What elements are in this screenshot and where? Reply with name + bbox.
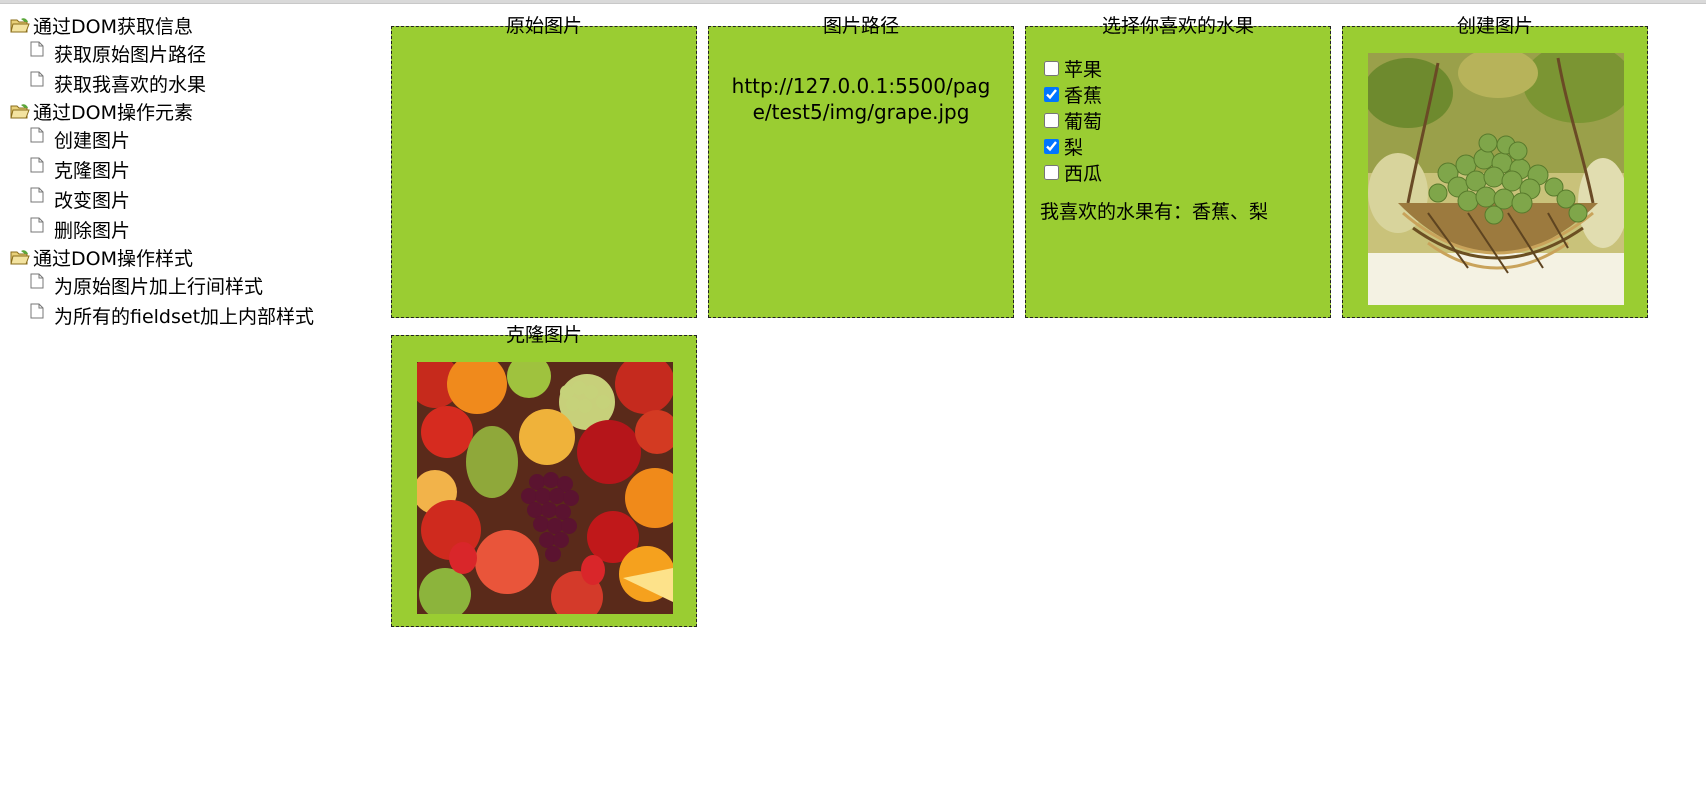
document-icon [30, 187, 44, 203]
fruit-checkbox-list: 苹果 香蕉 葡萄 梨 西瓜 [1044, 55, 1102, 185]
tree-item-label: 获取原始图片路径 [54, 43, 207, 66]
fruit-label: 香蕉 [1064, 84, 1103, 107]
fieldset-legend: 选择你喜欢的水果 [1101, 15, 1254, 37]
open-folder-icon [10, 250, 30, 265]
tree-folder-label: 通过DOM获取信息 [33, 15, 193, 38]
tree-item-label: 为原始图片加上行间样式 [54, 275, 264, 298]
document-icon [30, 217, 44, 233]
fruit-option-pear[interactable]: 梨 [1044, 133, 1102, 159]
document-icon [30, 127, 44, 143]
favorite-value: 香蕉、梨 [1192, 201, 1269, 223]
tree-item-inline-style[interactable]: 为原始图片加上行间样式 [10, 270, 370, 300]
fruit-option-grape[interactable]: 葡萄 [1044, 107, 1102, 133]
grape-basket-image [1368, 53, 1624, 305]
tree-item-label: 改变图片 [54, 189, 131, 212]
fieldset-cloned-image: 克隆图片 [391, 324, 697, 627]
fieldset-image-path: 图片路径 http://127.0.0.1:5500/page/test5/im… [708, 15, 1014, 318]
document-icon [30, 303, 44, 319]
fieldset-legend: 克隆图片 [505, 324, 582, 346]
tree-folder-get-info[interactable]: 通过DOM获取信息 [10, 12, 370, 38]
tree-item-label: 创建图片 [54, 129, 131, 152]
tree-group-manipulate-styles: 通过DOM操作样式 为原始图片加上行间样式 为所有的fieldset加上内部样式 [10, 244, 370, 330]
tree-item-get-image-path[interactable]: 获取原始图片路径 [10, 38, 370, 68]
open-folder-icon [10, 18, 30, 33]
fieldset-favorite-fruits: 选择你喜欢的水果 苹果 香蕉 葡萄 梨 西瓜 我喜欢的水果有：香蕉、梨 [1025, 15, 1331, 318]
document-icon [30, 71, 44, 87]
fieldset-legend: 原始图片 [505, 15, 582, 37]
tree-group-manipulate-elements: 通过DOM操作元素 创建图片 克隆图片 改变图片 删除图片 [10, 98, 370, 244]
document-icon [30, 273, 44, 289]
tree-item-label: 获取我喜欢的水果 [54, 73, 207, 96]
tree-item-delete-image[interactable]: 删除图片 [10, 214, 370, 244]
image-path-text: http://127.0.0.1:5500/page/test5/img/gra… [731, 74, 991, 124]
tree-folder-label: 通过DOM操作元素 [33, 101, 193, 124]
fruit-checkbox[interactable] [1044, 60, 1059, 76]
document-icon [30, 41, 44, 57]
tree-item-fieldset-style[interactable]: 为所有的fieldset加上内部样式 [10, 300, 370, 330]
fieldset-created-image: 创建图片 [1342, 15, 1648, 318]
tree-folder-manipulate-elements[interactable]: 通过DOM操作元素 [10, 98, 370, 124]
tree-group-get-info: 通过DOM获取信息 获取原始图片路径 获取我喜欢的水果 [10, 12, 370, 98]
nav-tree: 通过DOM获取信息 获取原始图片路径 获取我喜欢的水果 通过DOM操作元素 创建… [10, 12, 370, 330]
fruit-option-watermelon[interactable]: 西瓜 [1044, 159, 1102, 185]
tree-item-label: 为所有的fieldset加上内部样式 [54, 305, 315, 328]
fieldset-original-image: 原始图片 [391, 15, 697, 318]
document-icon [30, 157, 44, 173]
mixed-fruit-image [417, 362, 673, 614]
tree-folder-label: 通过DOM操作样式 [33, 247, 193, 270]
browser-top-edge [0, 0, 1706, 4]
favorite-fruits-summary: 我喜欢的水果有：香蕉、梨 [1040, 197, 1268, 224]
fruit-label: 梨 [1064, 136, 1084, 159]
tree-item-clone-image[interactable]: 克隆图片 [10, 154, 370, 184]
tree-folder-manipulate-styles[interactable]: 通过DOM操作样式 [10, 244, 370, 270]
fruit-label: 西瓜 [1064, 162, 1103, 185]
tree-item-label: 克隆图片 [54, 159, 131, 182]
favorite-prefix: 我喜欢的水果有： [1040, 201, 1193, 223]
fruit-label: 葡萄 [1064, 110, 1103, 133]
tree-item-create-image[interactable]: 创建图片 [10, 124, 370, 154]
fieldset-legend: 图片路径 [822, 15, 899, 37]
fruit-checkbox[interactable] [1044, 138, 1059, 154]
tree-item-change-image[interactable]: 改变图片 [10, 184, 370, 214]
tree-item-label: 删除图片 [54, 219, 131, 242]
tree-item-get-favorite-fruit[interactable]: 获取我喜欢的水果 [10, 68, 370, 98]
fruit-option-apple[interactable]: 苹果 [1044, 55, 1102, 81]
fieldset-legend: 创建图片 [1456, 15, 1533, 37]
fruit-checkbox[interactable] [1044, 112, 1059, 128]
fruit-checkbox[interactable] [1044, 164, 1059, 180]
open-folder-icon [10, 104, 30, 119]
fruit-label: 苹果 [1064, 58, 1103, 81]
fruit-checkbox[interactable] [1044, 86, 1059, 102]
fruit-option-banana[interactable]: 香蕉 [1044, 81, 1102, 107]
